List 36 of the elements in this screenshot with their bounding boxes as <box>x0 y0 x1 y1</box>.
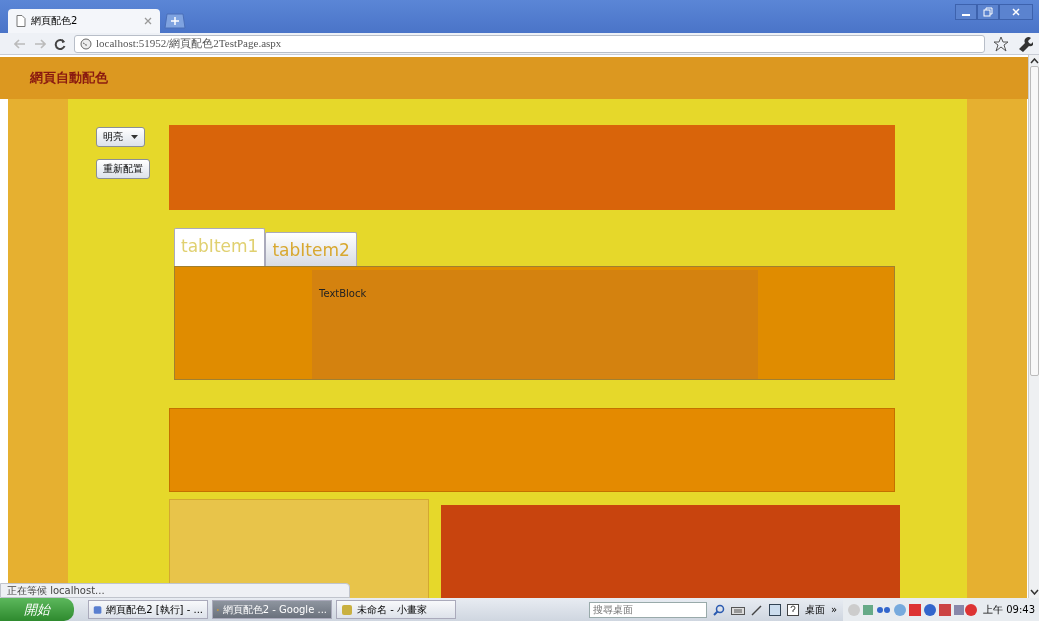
more-label[interactable]: » <box>830 604 837 615</box>
globe-icon <box>80 37 92 50</box>
reload-icon[interactable] <box>54 37 66 50</box>
wrench-icon[interactable] <box>1017 35 1033 52</box>
minimize-icon[interactable] <box>955 4 977 20</box>
star-icon[interactable] <box>993 35 1009 52</box>
scroll-down-icon[interactable] <box>1029 589 1039 595</box>
taskbar-button[interactable]: 未命名 - 小畫家 <box>336 600 456 619</box>
caret-icon <box>131 135 138 139</box>
tray-icons-drawing[interactable] <box>847 602 977 617</box>
scroll-thumb[interactable] <box>1029 66 1039 376</box>
scroll-up-icon[interactable] <box>1029 58 1039 64</box>
page-icon <box>16 15 26 27</box>
keyboard-icon[interactable] <box>730 604 745 615</box>
search-field[interactable]: 搜尋桌面 <box>588 601 707 618</box>
help-icon[interactable] <box>786 603 799 616</box>
restore-icon[interactable] <box>977 4 999 20</box>
clock[interactable]: 上午 09:43 <box>983 602 1035 617</box>
close-icon[interactable] <box>999 4 1033 20</box>
desktop-label[interactable]: 桌面 <box>804 602 825 617</box>
search-icon[interactable] <box>712 603 725 616</box>
new-tab-icon[interactable] <box>164 13 186 29</box>
status-bubble: 正在等候 localhost... <box>0 583 350 598</box>
window-icon[interactable] <box>768 603 781 616</box>
theme-dropdown[interactable]: 明亮 <box>96 127 145 147</box>
scrollbar[interactable] <box>1028 55 1039 598</box>
close-icon[interactable] <box>144 17 152 25</box>
page-heading: 網頁自動配色 <box>30 69 108 87</box>
taskbar-button[interactable]: 網頁配色2 [執行] - ... <box>88 600 208 619</box>
content-label: TextBlock <box>319 288 367 299</box>
pen-icon[interactable] <box>750 603 763 616</box>
tab-title: 網頁配色2 <box>31 14 79 28</box>
address-bar[interactable]: localhost:51952/網頁配色2TestPage.aspx <box>74 34 985 53</box>
browser-tab[interactable]: 網頁配色2 <box>8 9 160 33</box>
taskbar-button[interactable]: 網頁配色2 - Google ... <box>212 600 332 619</box>
regenerate-button[interactable]: 重新配置 <box>96 159 150 179</box>
